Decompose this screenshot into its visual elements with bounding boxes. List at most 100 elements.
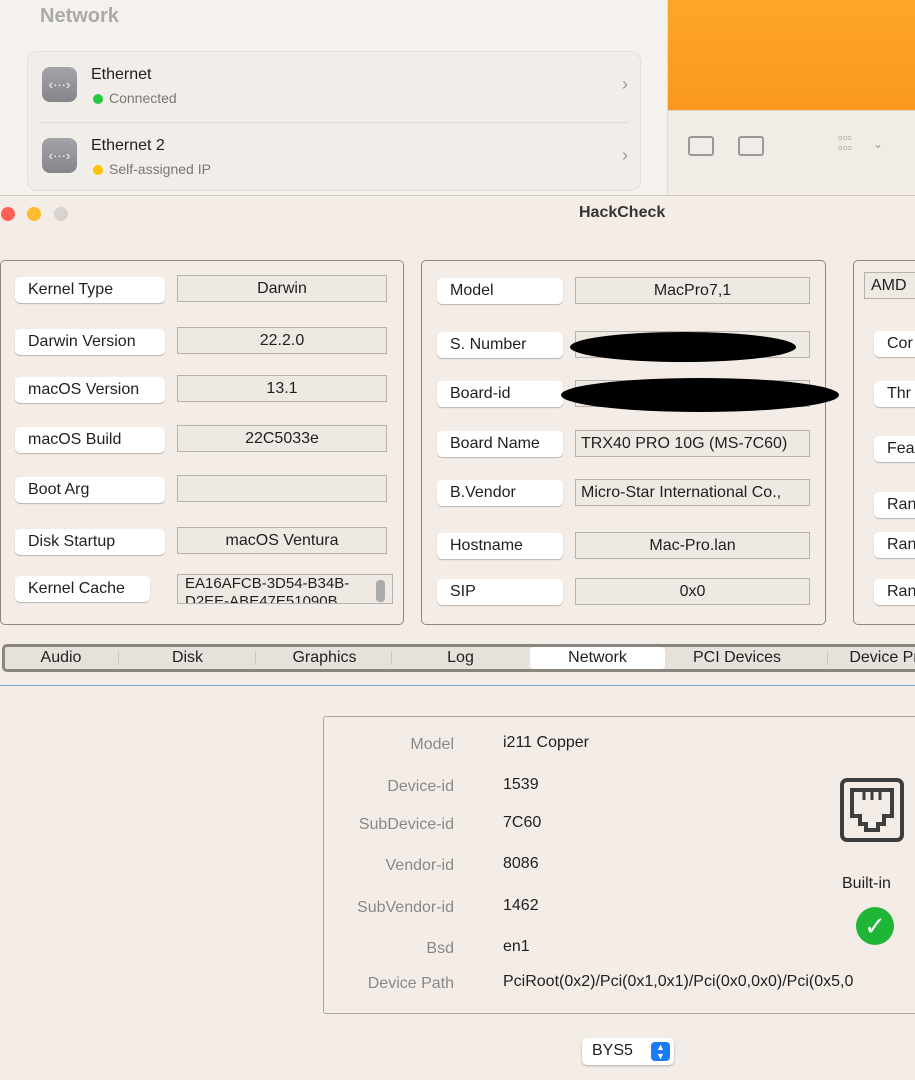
cpu-label: Fea [874,436,915,462]
network-list: ‹···› Ethernet Connected › ‹···› Etherne… [27,51,641,191]
status-text: Connected [109,90,177,106]
board-label: Board-id [437,381,563,407]
detail-value: en1 [503,938,530,955]
system-value-field: EA16AFCB-3D54-B34B-D2EE-ABE47E51090B [177,574,393,604]
interface-select-value: BYS5 [592,1042,633,1059]
network-item-ethernet[interactable]: ‹···› Ethernet Connected › [28,52,640,122]
window-title: HackCheck [579,204,666,221]
detail-label: Device Path [367,975,454,992]
board-value-field: TRX40 PRO 10G (MS-7C60) [575,430,810,457]
desktop-background [668,0,915,110]
system-label: Boot Arg [15,477,165,503]
detail-label: Model [410,736,454,753]
ethernet-icon: ‹···› [42,67,77,102]
detail-value: 8086 [503,855,539,872]
detail-label: SubVendor-id [357,899,454,916]
chevron-down-icon[interactable]: ⌄ [873,137,883,151]
redacted-serial [570,332,796,362]
tab-pci-devices[interactable]: PCI Devices [667,647,807,669]
tab-separator [391,651,392,665]
finder-toolbar: ▫▫▫ ▫▫▫ ⌄ [668,110,915,195]
board-label: Hostname [437,533,563,559]
detail-label: SubDevice-id [358,816,454,833]
item-status: Connected [93,90,177,106]
column-view-icon[interactable] [688,136,714,156]
board-label: B.Vendor [437,480,563,506]
system-value-field: 22C5033e [177,425,387,452]
cpu-label: Ran [874,492,915,518]
system-label: Disk Startup [15,529,165,555]
chevron-right-icon: › [622,145,628,165]
tab-device-pr[interactable]: Device Pr [829,647,915,669]
system-panel: Kernel Type Darwin Darwin Version 22.2.0 mac… [0,260,404,625]
board-label: Board Name [437,431,563,457]
cpu-vendor-field: AMD [864,272,915,299]
group-icon[interactable]: ▫▫▫ ▫▫▫ [838,131,852,154]
item-status: Self-assigned IP [93,161,211,177]
detail-value: 7C60 [503,814,542,831]
board-value-field: Micro-Star International Co., [575,479,810,506]
board-label: Model [437,278,563,304]
ethernet-icon: ‹···› [42,138,77,173]
network-settings-pane: Network ‹···› Ethernet Connected › ‹···›… [0,0,668,195]
interface-select[interactable]: BYS5 ▲ ▼ [582,1038,674,1065]
detail-label: Vendor-id [385,857,455,874]
network-item-ethernet-2[interactable]: ‹···› Ethernet 2 Self-assigned IP › [28,123,640,193]
detail-value: PciRoot(0x2)/Pci(0x1,0x1)/Pci(0x0,0x0)/P… [503,973,854,990]
chevron-right-icon: › [622,74,628,94]
tab-separator [255,651,256,665]
tab-disk[interactable]: Disk [120,647,255,669]
tab-log[interactable]: Log [393,647,528,669]
system-label: macOS Version [15,377,165,403]
hackcheck-window: HackCheck Kernel Type Darwin Darwin Versio… [0,195,915,1080]
system-label: Kernel Type [15,277,165,303]
cpu-label: Cor [874,331,915,357]
tab-separator [118,651,119,665]
network-title: Network [40,5,119,27]
chevron-updown-icon: ▲ ▼ [651,1042,670,1061]
ethernet-port-icon [840,778,904,842]
divider [0,685,915,686]
detail-label: Bsd [426,940,454,957]
minimize-button[interactable] [27,207,41,221]
item-name: Ethernet [91,66,152,83]
tab-network[interactable]: Network [530,647,665,669]
cpu-panel: AMD Cor Thr Fea Ran Ran Ran [853,260,915,625]
system-value-field: macOS Ventura [177,527,387,554]
status-dot-icon [93,94,103,104]
board-panel: Model MacPro7,1 S. Number Board-id Board Nam… [421,260,839,625]
detail-value: i211 Copper [503,734,589,751]
close-button[interactable] [1,207,15,221]
detail-label: Device-id [387,778,454,795]
detail-value: 1539 [503,776,539,793]
tab-separator [827,651,828,665]
detail-value: 1462 [503,897,539,914]
network-details: Built-in ✓ Model i211 Copper Device-id 1539… [323,716,915,1014]
cpu-label: Ran [874,532,915,558]
cpu-label: Ran [874,579,915,605]
redacted-board-id [561,378,839,412]
zoom-button[interactable] [54,207,68,221]
checkmark-icon: ✓ [856,907,894,945]
tab-graphics[interactable]: Graphics [257,647,392,669]
status-text: Self-assigned IP [109,161,211,177]
scrollbar[interactable] [376,580,385,602]
item-name: Ethernet 2 [91,137,165,154]
system-label: Darwin Version [15,329,165,355]
system-label: Kernel Cache [15,576,150,602]
board-label: S. Number [437,332,563,358]
board-value-field: Mac-Pro.lan [575,532,810,559]
system-value-field: 13.1 [177,375,387,402]
board-label: SIP [437,579,563,605]
tab-audio[interactable]: Audio [5,647,117,669]
system-value-field: Darwin [177,275,387,302]
status-dot-icon [93,165,103,175]
cpu-label: Thr [874,381,915,407]
system-label: macOS Build [15,427,165,453]
system-value-field [177,475,387,502]
tab-bar: Audio Disk Graphics Log Network PCI Devices De… [2,644,915,672]
board-value-field: MacPro7,1 [575,277,810,304]
built-in-label: Built-in [842,875,891,892]
gallery-view-icon[interactable] [738,136,764,156]
system-value-field: 22.2.0 [177,327,387,354]
